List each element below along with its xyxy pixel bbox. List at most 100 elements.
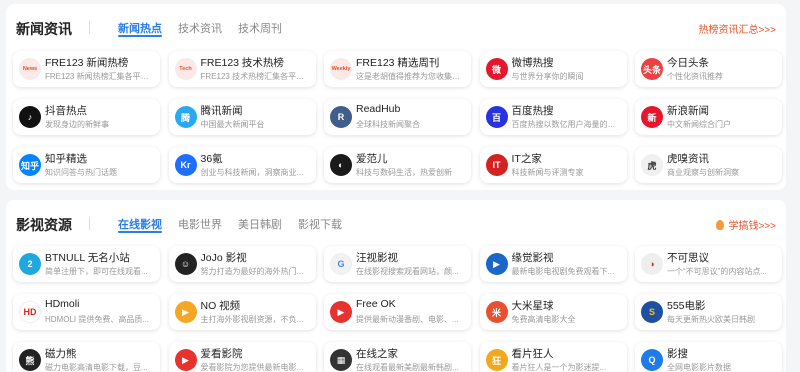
dami-icon: 米	[485, 301, 508, 323]
tab-video-download[interactable]: 影视下载	[298, 216, 342, 232]
site-name: FRE123 技术热榜	[200, 57, 284, 69]
site-name: 磁力熊	[45, 348, 77, 360]
site-card[interactable]: 微微博热搜 与世界分享你的瞬间	[479, 51, 627, 87]
bukesiyi-icon: ◑	[641, 253, 663, 275]
site-description: 磁力电影高清电影下载，豆...	[45, 363, 148, 372]
hot-news-summary-link[interactable]: 热榜资讯汇总>>>	[698, 21, 776, 36]
tech-icon: Tech	[174, 58, 197, 80]
freeok-icon: ▶	[330, 301, 352, 323]
site-card[interactable]: 虎虎嗅资讯商业观察与创新洞察	[635, 147, 782, 183]
cilixiong-icon: 熊	[19, 349, 41, 371]
site-name: JoJo 影视	[200, 252, 247, 264]
site-description: 商业观察与创新洞察	[667, 168, 739, 177]
site-card[interactable]: S 555电影 每天更新热火欧美日韩剧	[635, 294, 782, 330]
readhub-icon: R	[330, 106, 352, 128]
tab-news-hot[interactable]: 新闻热点	[118, 20, 162, 37]
site-name: 看片狂人	[511, 348, 554, 360]
site-description: 每天更新热火欧美日韩剧	[667, 315, 755, 324]
douyin-icon: ♪	[19, 106, 41, 128]
site-name: BTNULL 无名小站	[45, 252, 130, 264]
site-card[interactable]: R ReadHub 全球科技新闻聚合	[324, 99, 471, 135]
site-name: IT之家	[511, 153, 542, 165]
site-description: 主打海外影视剧资源，不负...	[200, 315, 304, 324]
sina-icon: 新	[641, 106, 663, 128]
news-title-divider	[89, 21, 90, 34]
site-name: 不可思议	[667, 252, 709, 264]
tab-tv-series[interactable]: 美日韩剧	[238, 216, 282, 232]
site-card[interactable]: 2 BTNULL 无名小站 简单注册下，即可在线观看...	[13, 246, 160, 282]
site-card[interactable]: ▶ Free OK 提供最新动漫番剧、电影、...	[324, 294, 471, 330]
make-money-link[interactable]: 学搞钱>>>	[716, 217, 776, 232]
site-description: 全网电影影片数据	[667, 363, 731, 372]
site-name: 影搜	[667, 348, 688, 360]
site-card[interactable]: HD HDmoli HDMOLI 提供免费、高品质...	[13, 294, 160, 330]
site-name: 知乎精选	[45, 153, 87, 165]
site-description: 努力打造为最好的海外热门...	[200, 267, 304, 276]
aikan-icon: ▶	[174, 349, 197, 371]
baidu-icon: 百	[485, 106, 508, 128]
site-card[interactable]: 知乎 知乎精选 知识问答与热门话题	[13, 147, 160, 183]
site-card[interactable]: Kr 36氪 创业与科技新闻，洞察商业...	[168, 147, 316, 183]
weibo-icon: 微	[485, 58, 508, 80]
site-card[interactable]: ☺ JoJo 影视 努力打造为最好的海外热门...	[168, 246, 316, 282]
kpkuang-icon: 狂	[485, 349, 508, 371]
site-name: 汪视影视	[356, 252, 398, 264]
site-name: 腾讯新闻	[200, 105, 243, 117]
site-name: 爱看影院	[200, 348, 243, 360]
site-description: 个性化资讯推荐	[667, 72, 723, 81]
fire-icon	[716, 220, 725, 230]
site-card[interactable]: 头条 今日头条 个性化资讯推荐	[635, 51, 782, 87]
news-icon: News	[19, 58, 41, 80]
site-card[interactable]: 狂看片狂人 看片狂人是一个为影迷提...	[479, 342, 627, 372]
site-name: FRE123 精选周刊	[356, 57, 440, 69]
site-description: 在线影视搜索观看网站，颜...	[356, 267, 459, 276]
site-description: HDMOLI 提供免费、高品质...	[45, 315, 150, 324]
site-name: 百度热搜	[511, 105, 554, 117]
news-card-grid: NewsFRE123 新闻热榜FRE123 新闻热榜汇集各平台热点新闻TechF…	[13, 51, 782, 183]
site-card[interactable]: ♪ 抖音热点 发现身边的新鲜事	[13, 99, 160, 135]
site-description: 最新电影电视剧免费观看下...	[511, 267, 615, 276]
news-header: 新闻资讯 新闻热点 技术资讯 技术周刊 热榜资讯汇总>>>	[6, 4, 786, 48]
site-card[interactable]: IT IT之家 科技新闻与评测专家	[479, 147, 627, 183]
news-section: 新闻资讯 新闻热点 技术资讯 技术周刊 热榜资讯汇总>>> News FRE123…	[6, 4, 786, 190]
site-card[interactable]: News FRE123 新闻热榜 FRE123 新闻热榜汇集各平台热点新闻	[13, 51, 160, 87]
tab-online-video[interactable]: 在线影视	[118, 216, 162, 233]
weekly-icon: Weekly	[330, 58, 352, 80]
make-money-link-label: 学搞钱>>>	[728, 221, 776, 232]
site-description: FRE123 技术热榜汇集各平台技术文章	[200, 72, 312, 81]
site-card[interactable]: ▶ 爱看影院 爱看影院为您提供最新电影...	[168, 342, 316, 372]
yuanjue-icon: ▶	[485, 253, 508, 275]
site-card[interactable]: 百百度热搜百度热搜以数亿用户海量的真实数据...	[479, 99, 627, 135]
site-description: 发现身边的新鲜事	[45, 120, 109, 129]
site-description: 科技与数码生活，热爱创新	[356, 168, 452, 177]
site-card[interactable]: ▶ NO 视频 主打海外影视剧资源，不负...	[168, 294, 316, 330]
video-card-grid: 2 BTNULL 无名小站 简单注册下，即可在线观看... ☺ JoJo 影视 努力打造为…	[13, 246, 782, 372]
tab-tech-weekly[interactable]: 技术周刊	[238, 20, 282, 36]
news-section-title: 新闻资讯	[16, 21, 72, 37]
site-name: 555电影	[667, 300, 706, 312]
tab-movie-world[interactable]: 电影世界	[178, 216, 222, 232]
site-name: 新浪新闻	[667, 105, 709, 117]
site-card[interactable]: 新新浪新闻 中文新闻综合门户	[635, 99, 782, 135]
site-card[interactable]: Weekly FRE123 精选周刊 这是老胡值得推荐为您收集的信息	[324, 51, 471, 87]
site-name: 大米星球	[511, 300, 554, 312]
site-name: 虎嗅资讯	[667, 153, 709, 165]
site-card[interactable]: ▦ 在线之家 在线观看最新美剧最新韩剧...	[324, 342, 471, 372]
site-name: Free OK	[356, 298, 396, 310]
huxiu-icon: 虎	[641, 154, 663, 176]
tab-tech-news[interactable]: 技术资讯	[178, 20, 222, 36]
site-card[interactable]: ◐ 爱范儿 科技与数码生活，热爱创新	[324, 147, 471, 183]
novideo-icon: ▶	[174, 301, 197, 323]
site-card[interactable]: 米大米星球 免费高清电影大全	[479, 294, 627, 330]
site-card[interactable]: Q 影搜 全网电影影片数据	[635, 342, 782, 372]
site-card[interactable]: TechFRE123 技术热榜 FRE123 技术热榜汇集各平台技术文章	[168, 51, 316, 87]
site-card[interactable]: G 汪视影视 在线影视搜索观看网站，颜...	[324, 246, 471, 282]
site-card[interactable]: ◑ 不可思议 一个“不可思议”的内容站点...	[635, 246, 782, 282]
site-card[interactable]: 腾腾讯新闻 中国最大新闻平台	[168, 99, 316, 135]
zxzj-icon: ▦	[330, 349, 352, 371]
site-name: 微博热搜	[511, 57, 554, 69]
site-card[interactable]: 熊磁力熊磁力电影高清电影下载，豆...	[13, 342, 160, 372]
btnull-icon: 2	[19, 253, 41, 275]
site-description: 在线观看最新美剧最新韩剧...	[356, 363, 459, 372]
site-card[interactable]: ▶ 缘觉影视 最新电影电视剧免费观看下...	[479, 246, 627, 282]
